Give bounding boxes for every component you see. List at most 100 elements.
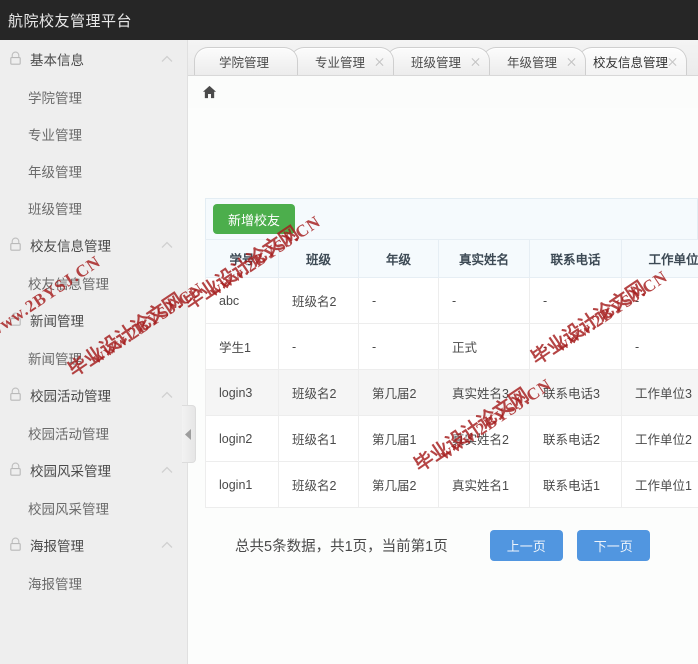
lock-icon [8, 51, 24, 67]
sidebar-item-2-0[interactable]: 新闻管理 [0, 339, 187, 376]
main-panel: 学院管理 专业管理 班级管理 年级管理 校友信息管理 新增校友 学号 班级 年级 真实姓名 联系… [188, 40, 698, 664]
pagination-info: 总共5条数据，共1页，当前第1页 [235, 538, 448, 555]
lock-icon [8, 462, 24, 478]
home-icon[interactable] [202, 85, 217, 99]
cell-4-2: 第几届2 [358, 461, 439, 508]
tab-label: 班级管理 [410, 56, 461, 70]
table-body: abc 班级名2- - - - 学生1- - 正式 - - login3 班级名2 第几届2 真实姓名3 联… [205, 277, 698, 508]
sidebar-item-label: 海报管理 [28, 576, 82, 592]
table-toolbar: 新增校友 [205, 198, 698, 239]
close-icon[interactable] [375, 57, 384, 66]
sidebar-group-2[interactable]: 新闻管理 [0, 301, 187, 339]
cell-4-1: 班级名2 [278, 461, 359, 508]
lock-icon [10, 51, 21, 65]
cell-3-5: 工作单位2 [621, 415, 698, 462]
column-header-3: 真实姓名 [438, 239, 530, 278]
column-header-4: 联系电话 [529, 239, 622, 278]
close-icon[interactable] [471, 57, 480, 66]
tab-3[interactable]: 年级管理 [482, 47, 586, 75]
sidebar-item-label: 专业管理 [28, 127, 82, 143]
cell-0-3: - [438, 277, 530, 324]
table-row[interactable]: login2 班级名1 第几届1 真实姓名2 联系电话2 工作单位2 [205, 415, 698, 462]
cell-4-0: login1 [205, 461, 279, 508]
column-header-5: 工作单位 [621, 239, 698, 278]
cell-1-0: 学生1 [205, 323, 279, 370]
sidebar-item-0-1[interactable]: 专业管理 [0, 115, 187, 152]
sidebar-group-label: 校园活动管理 [30, 389, 111, 404]
cell-2-3: 真实姓名3 [438, 369, 530, 416]
sidebar-group-0[interactable]: 基本信息 [0, 40, 187, 78]
table-row[interactable]: abc 班级名2- - - - [205, 277, 698, 324]
tab-4[interactable]: 校友信息管理 [578, 47, 688, 75]
sidebar-group-label: 校友信息管理 [30, 239, 111, 254]
tab-0[interactable]: 学院管理 [194, 47, 298, 75]
lock-icon [10, 237, 21, 251]
cell-2-2: 第几届2 [358, 369, 439, 416]
cell-0-5: - [621, 277, 698, 324]
sidebar-item-1-0[interactable]: 校友信息管理 [0, 264, 187, 301]
cell-3-3: 真实姓名2 [438, 415, 530, 462]
table-row[interactable]: login3 班级名2 第几届2 真实姓名3 联系电话3 工作单位3 [205, 369, 698, 416]
cell-3-4: 联系电话2 [529, 415, 622, 462]
sidebar-group-label: 海报管理 [30, 539, 84, 554]
cell-3-2: 第几届1 [358, 415, 439, 462]
sidebar-group-4[interactable]: 校园风采管理 [0, 451, 187, 489]
cell-4-4: 联系电话1 [529, 461, 622, 508]
tab-2[interactable]: 班级管理 [386, 47, 490, 75]
lock-icon [8, 387, 24, 403]
breadcrumb [188, 76, 698, 108]
chevron-up-icon [161, 466, 173, 473]
lock-icon [10, 462, 21, 476]
sidebar-collapse-handle[interactable] [182, 405, 196, 463]
sidebar-group-label: 校园风采管理 [30, 464, 111, 479]
add-alumni-button[interactable]: 新增校友 [213, 204, 296, 234]
cell-2-5: 工作单位3 [621, 369, 698, 416]
sidebar-item-label: 校园风采管理 [28, 501, 109, 517]
sidebar-group-label: 基本信息 [30, 53, 84, 68]
prev-page-button[interactable]: 上一页 [489, 529, 563, 561]
tab-1[interactable]: 专业管理 [290, 47, 394, 75]
sidebar-item-label: 校园活动管理 [28, 426, 109, 442]
sidebar-group-3[interactable]: 校园活动管理 [0, 376, 187, 414]
sidebar-item-3-0[interactable]: 校园活动管理 [0, 414, 187, 451]
sidebar-item-label: 新闻管理 [28, 351, 82, 367]
cell-2-1: 班级名2 [278, 369, 359, 416]
cell-0-4: - [529, 277, 622, 324]
cell-2-0: login3 [205, 369, 279, 416]
sidebar-item-label: 班级管理 [28, 201, 82, 217]
column-header-1: 班级 [278, 239, 359, 278]
sidebar-item-0-3[interactable]: 班级管理 [0, 189, 187, 226]
chevron-up-icon [161, 241, 173, 248]
page-title: 航院校友管理平台 [8, 12, 133, 30]
sidebar-group-5[interactable]: 海报管理 [0, 526, 187, 564]
alumni-table: 学号 班级 年级 真实姓名 联系电话 工作单位 abc 班级名2- - - - 学生1- - 正式 - - l… [205, 239, 698, 508]
lock-icon [8, 537, 24, 553]
table-header-row: 学号 班级 年级 真实姓名 联系电话 工作单位 [205, 239, 698, 278]
cell-1-5: - [621, 323, 698, 370]
table-row[interactable]: 学生1- - 正式 - - [205, 323, 698, 370]
table-row[interactable]: login1 班级名2 第几届2 真实姓名1 联系电话1 工作单位1 [205, 461, 698, 508]
cell-1-4: - [529, 323, 622, 370]
alumni-table-wrap: 学号 班级 年级 真实姓名 联系电话 工作单位 abc 班级名2- - - - 学生1- - 正式 - - l… [205, 239, 698, 508]
sidebar-item-4-0[interactable]: 校园风采管理 [0, 489, 187, 526]
tab-label: 年级管理 [506, 56, 557, 70]
sidebar-item-label: 校友信息管理 [28, 276, 109, 292]
tab-label: 学院管理 [218, 56, 269, 70]
column-header-0: 学号 [205, 239, 279, 278]
cell-0-0: abc [205, 277, 279, 324]
tab-strip: 学院管理 专业管理 班级管理 年级管理 校友信息管理 [188, 40, 698, 76]
next-page-button[interactable]: 下一页 [576, 529, 650, 561]
sidebar-group-1[interactable]: 校友信息管理 [0, 226, 187, 264]
app-root: 航院校友管理平台 基本信息 学院管理 专业管理 年级管理 班级管理 校友信息管理 校友信息管… [0, 0, 698, 664]
cell-0-2: - [358, 277, 439, 324]
app-header: 航院校友管理平台 [0, 0, 698, 40]
sidebar: 基本信息 学院管理 专业管理 年级管理 班级管理 校友信息管理 校友信息管理 新闻管理 新闻管理… [0, 40, 188, 664]
sidebar-item-0-0[interactable]: 学院管理 [0, 78, 187, 115]
close-icon[interactable] [668, 57, 677, 66]
sidebar-item-0-2[interactable]: 年级管理 [0, 152, 187, 189]
cell-3-1: 班级名1 [278, 415, 359, 462]
sidebar-item-5-0[interactable]: 海报管理 [0, 564, 187, 601]
close-icon[interactable] [567, 57, 576, 66]
lock-icon [8, 312, 24, 328]
sidebar-item-label: 学院管理 [28, 90, 82, 106]
